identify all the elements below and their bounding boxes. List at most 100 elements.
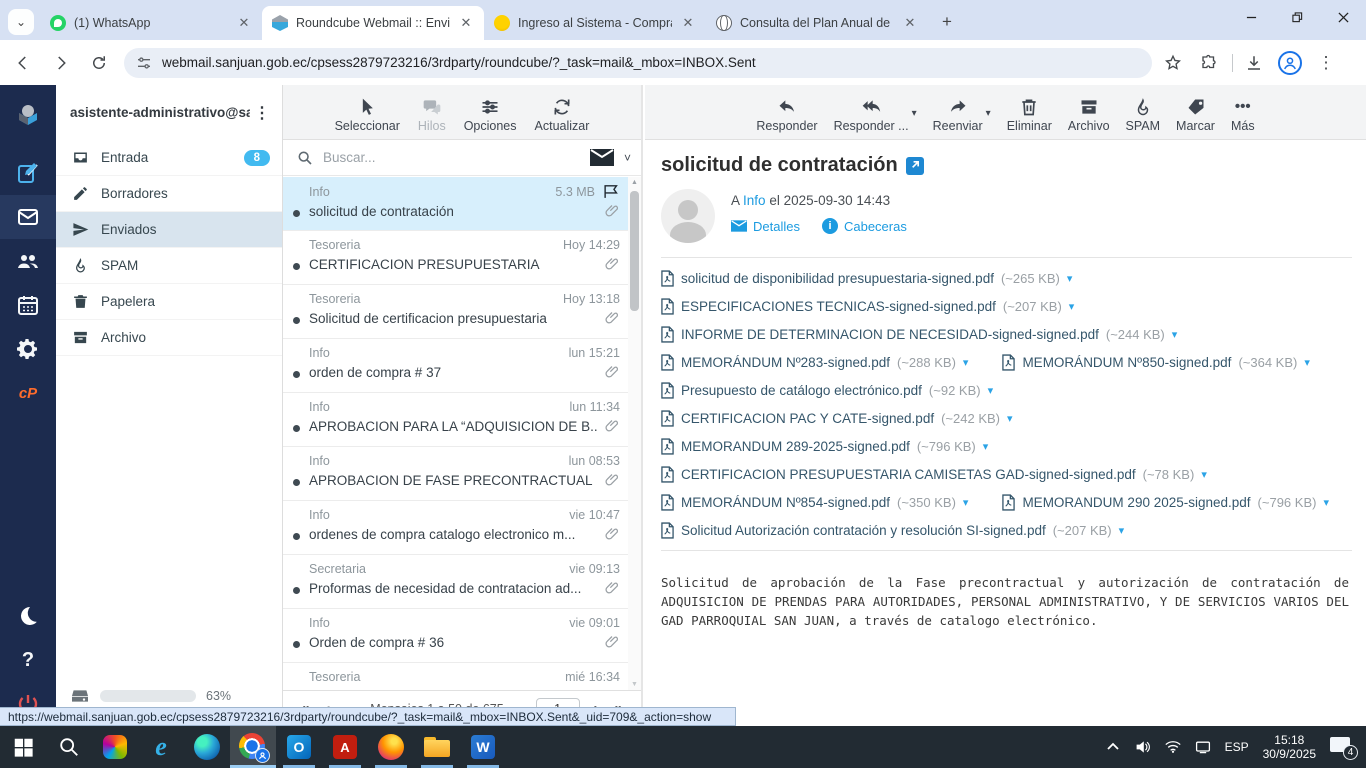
options-button[interactable]: Opciones <box>464 97 517 133</box>
tab-close-icon[interactable]: ✕ <box>236 15 252 31</box>
clock[interactable]: 15:18 30/9/2025 <box>1263 733 1316 761</box>
rail-settings-button[interactable] <box>0 327 56 371</box>
browser-menu-icon[interactable]: ⋮ <box>1311 48 1341 78</box>
restore-button[interactable] <box>1274 0 1320 34</box>
open-in-new-window-icon[interactable] <box>905 156 924 175</box>
language-indicator[interactable]: ESP <box>1225 740 1249 754</box>
reply-all-button[interactable]: Responder ... <box>834 97 909 133</box>
attachment-item[interactable]: Solicitud Autorización contratación y re… <box>661 521 1125 539</box>
attachment-menu-icon[interactable]: ▾ <box>1067 272 1073 285</box>
tab-close-icon[interactable]: ✕ <box>458 15 474 31</box>
details-toggle[interactable]: Detalles <box>731 218 800 234</box>
attachment-item[interactable]: ESPECIFICACIONES TECNICAS-signed-signed.… <box>661 297 1075 315</box>
cpanel-icon[interactable]: cP <box>0 371 56 415</box>
scrollbar-thumb[interactable] <box>630 191 639 311</box>
extensions-icon[interactable] <box>1194 48 1224 78</box>
back-button[interactable] <box>8 48 38 78</box>
attachment-menu-icon[interactable]: ▾ <box>963 496 969 509</box>
folder-archivo[interactable]: Archivo <box>56 320 282 356</box>
close-window-button[interactable] <box>1320 0 1366 34</box>
attachment-item[interactable]: CERTIFICACION PAC Y CATE-signed.pdf (~24… <box>661 409 1013 427</box>
compose-button[interactable] <box>0 151 56 195</box>
attachment-item[interactable]: MEMORANDUM 289-2025-signed.pdf (~796 KB)… <box>661 437 989 455</box>
scroll-down-icon[interactable]: ▼ <box>628 681 641 688</box>
attachment-item[interactable]: CERTIFICACION PRESUPUESTARIA CAMISETAS G… <box>661 465 1207 483</box>
rail-mail-button[interactable] <box>0 195 56 239</box>
archive-button[interactable]: Archivo <box>1068 97 1110 133</box>
minimize-button[interactable] <box>1228 0 1274 34</box>
attachment-item[interactable]: INFORME DE DETERMINACION DE NECESIDAD-si… <box>661 325 1178 343</box>
spam-button[interactable]: SPAM <box>1126 97 1160 133</box>
delete-button[interactable]: Eliminar <box>1007 97 1052 133</box>
message-row[interactable]: Secretaria vie 09:13 Proformas de necesid… <box>283 555 628 609</box>
threads-button[interactable]: Hilos <box>418 97 446 133</box>
acrobat-button[interactable]: A <box>322 726 368 768</box>
tray-expand-icon[interactable] <box>1105 739 1121 755</box>
tab-close-icon[interactable]: ✕ <box>902 15 918 31</box>
refresh-list-button[interactable]: Actualizar <box>535 97 589 133</box>
file-explorer-button[interactable] <box>414 726 460 768</box>
attachment-item[interactable]: MEMORÁNDUM Nº850-signed.pdf (~364 KB) ▾ <box>1002 353 1310 371</box>
search-scope-icon[interactable] <box>589 149 614 166</box>
rail-calendar-button[interactable] <box>0 283 56 327</box>
refresh-button[interactable] <box>84 48 114 78</box>
attachment-menu-icon[interactable]: ▾ <box>988 384 994 397</box>
flag-icon[interactable] <box>603 184 620 199</box>
internet-explorer-button[interactable]: e <box>138 726 184 768</box>
attachment-menu-icon[interactable]: ▾ <box>1119 524 1125 537</box>
copilot-button[interactable] <box>92 726 138 768</box>
folder-enviados-selected[interactable]: Enviados <box>56 212 282 248</box>
message-row[interactable]: Tesoreria Hoy 14:29 CERTIFICACION PRESUPU… <box>283 231 628 285</box>
forward-caret-icon[interactable]: ▾ <box>986 108 991 133</box>
dark-mode-button[interactable] <box>0 594 56 638</box>
scroll-up-icon[interactable]: ▲ <box>628 179 641 186</box>
help-button[interactable]: ? <box>0 638 56 682</box>
select-button[interactable]: Seleccionar <box>335 97 400 133</box>
message-row[interactable]: Info lun 08:53 APROBACION DE FASE PRECONT… <box>283 447 628 501</box>
outlook-button[interactable]: O <box>276 726 322 768</box>
folder-entrada[interactable]: Entrada 8 <box>56 140 282 176</box>
attachment-item[interactable]: solicitud de disponibilidad presupuestar… <box>661 269 1073 287</box>
tab-close-icon[interactable]: ✕ <box>680 15 696 31</box>
attachment-menu-icon[interactable]: ▾ <box>983 440 989 453</box>
notification-center-icon[interactable]: 4 <box>1330 735 1358 760</box>
message-row[interactable]: Info lun 11:34 APROBACION PARA LA “ADQUIS… <box>283 393 628 447</box>
attachment-item[interactable]: Presupuesto de catálogo electrónico.pdf … <box>661 381 994 399</box>
firefox-button[interactable] <box>368 726 414 768</box>
url-bar[interactable]: webmail.sanjuan.gob.ec/cpsess2879723216/… <box>124 47 1152 78</box>
rail-contacts-button[interactable] <box>0 239 56 283</box>
edge-button[interactable] <box>184 726 230 768</box>
message-row[interactable]: Info lun 15:21 orden de compra # 37 <box>283 339 628 393</box>
chrome-button[interactable] <box>230 726 276 768</box>
attachment-menu-icon[interactable]: ▾ <box>1323 496 1329 509</box>
attachment-menu-icon[interactable]: ▾ <box>1172 328 1178 341</box>
message-row-selected[interactable]: Info 5.3 MB solicitud de contratación <box>283 177 628 231</box>
new-tab-button[interactable]: + <box>934 9 960 35</box>
folder-spam[interactable]: SPAM <box>56 248 282 284</box>
attachment-menu-icon[interactable]: ▾ <box>963 356 969 369</box>
attachment-menu-icon[interactable]: ▾ <box>1007 412 1013 425</box>
attachment-item[interactable]: MEMORÁNDUM Nº283-signed.pdf (~288 KB) ▾ <box>661 353 969 371</box>
list-scrollbar[interactable]: ▲ ▼ <box>628 177 641 690</box>
forward-button[interactable]: Reenviar <box>933 97 983 133</box>
message-row[interactable]: Tesoreria mié 16:34 <box>283 663 628 690</box>
attachment-item[interactable]: MEMORÁNDUM Nº854-signed.pdf (~350 KB) ▾ <box>661 493 969 511</box>
tab-plan-anual[interactable]: Consulta del Plan Anual de Con ✕ <box>706 6 928 40</box>
headers-toggle[interactable]: i Cabeceras <box>821 218 907 234</box>
attachment-menu-icon[interactable]: ▾ <box>1069 300 1075 313</box>
folder-papelera[interactable]: Papelera <box>56 284 282 320</box>
reply-button[interactable]: Responder <box>756 97 818 133</box>
downloads-icon[interactable] <box>1239 48 1269 78</box>
site-settings-icon[interactable] <box>136 55 152 71</box>
word-button[interactable]: W <box>460 726 506 768</box>
message-row[interactable]: Info vie 09:01 Orden de compra # 36 <box>283 609 628 663</box>
volume-icon[interactable] <box>1135 739 1151 755</box>
reply-all-caret-icon[interactable]: ▾ <box>912 108 917 133</box>
attachment-menu-icon[interactable]: ▾ <box>1201 468 1207 481</box>
cast-icon[interactable] <box>1195 739 1211 755</box>
attachment-item[interactable]: MEMORANDUM 290 2025-signed.pdf (~796 KB)… <box>1002 493 1329 511</box>
search-options-icon[interactable]: ˅ <box>624 151 631 165</box>
bookmark-star-icon[interactable] <box>1158 48 1188 78</box>
folder-borradores[interactable]: Borradores <box>56 176 282 212</box>
taskbar-search-button[interactable] <box>46 726 92 768</box>
